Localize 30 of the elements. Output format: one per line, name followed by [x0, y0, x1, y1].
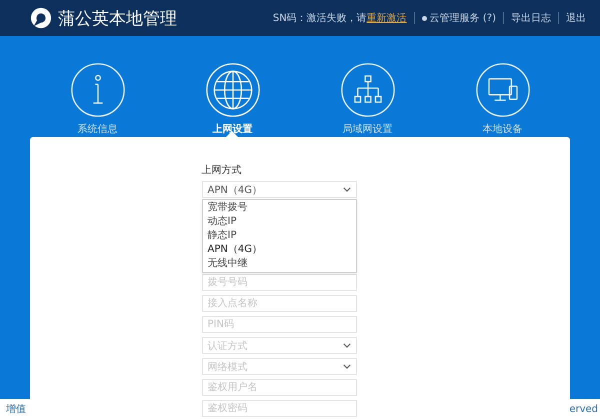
input-field[interactable]: PIN码 — [202, 316, 356, 333]
globe-icon — [204, 62, 260, 118]
caret-icon — [342, 187, 350, 192]
input-field[interactable]: 接入点名称 — [202, 295, 356, 312]
dropdown-option[interactable]: 无线中继 — [202, 257, 356, 271]
network-icon — [340, 62, 396, 118]
nav-tab[interactable]: 上网设置 — [178, 62, 288, 137]
dropdown-option[interactable]: 宽带拨号 — [202, 201, 356, 215]
dropdown-option[interactable]: 动态IP — [202, 215, 356, 229]
input-field[interactable]: 拨号号码 — [202, 274, 356, 291]
input-field[interactable]: 鉴权用户名 — [202, 379, 356, 396]
export-log-link[interactable]: 导出日志 — [511, 11, 551, 25]
cloud-service-link[interactable]: 云管理服务 (?) — [430, 11, 496, 25]
footer-text: erved — [569, 404, 598, 414]
status-dot-icon — [422, 16, 427, 20]
app-title: 蒲公英本地管理 — [58, 8, 177, 30]
footer-text: 增值 — [6, 403, 26, 416]
dropdown-option[interactable]: 静态IP — [202, 229, 356, 243]
dropdown-option[interactable]: APN（4G） — [202, 243, 356, 257]
info-icon — [70, 62, 126, 118]
field-label: 上网方式 — [202, 164, 242, 177]
logo-icon — [30, 7, 52, 29]
devices-icon — [474, 62, 530, 118]
sn-status-text: SN码：激活失败，请 — [272, 12, 367, 25]
logout-link[interactable]: 退出 — [566, 11, 586, 25]
caret-icon — [342, 343, 350, 348]
input-field[interactable]: 鉴权密码 — [202, 400, 356, 417]
select-field[interactable]: APN（4G） — [202, 181, 356, 198]
caret-icon — [342, 364, 350, 369]
activate-link[interactable]: 重新激活 — [366, 11, 407, 25]
